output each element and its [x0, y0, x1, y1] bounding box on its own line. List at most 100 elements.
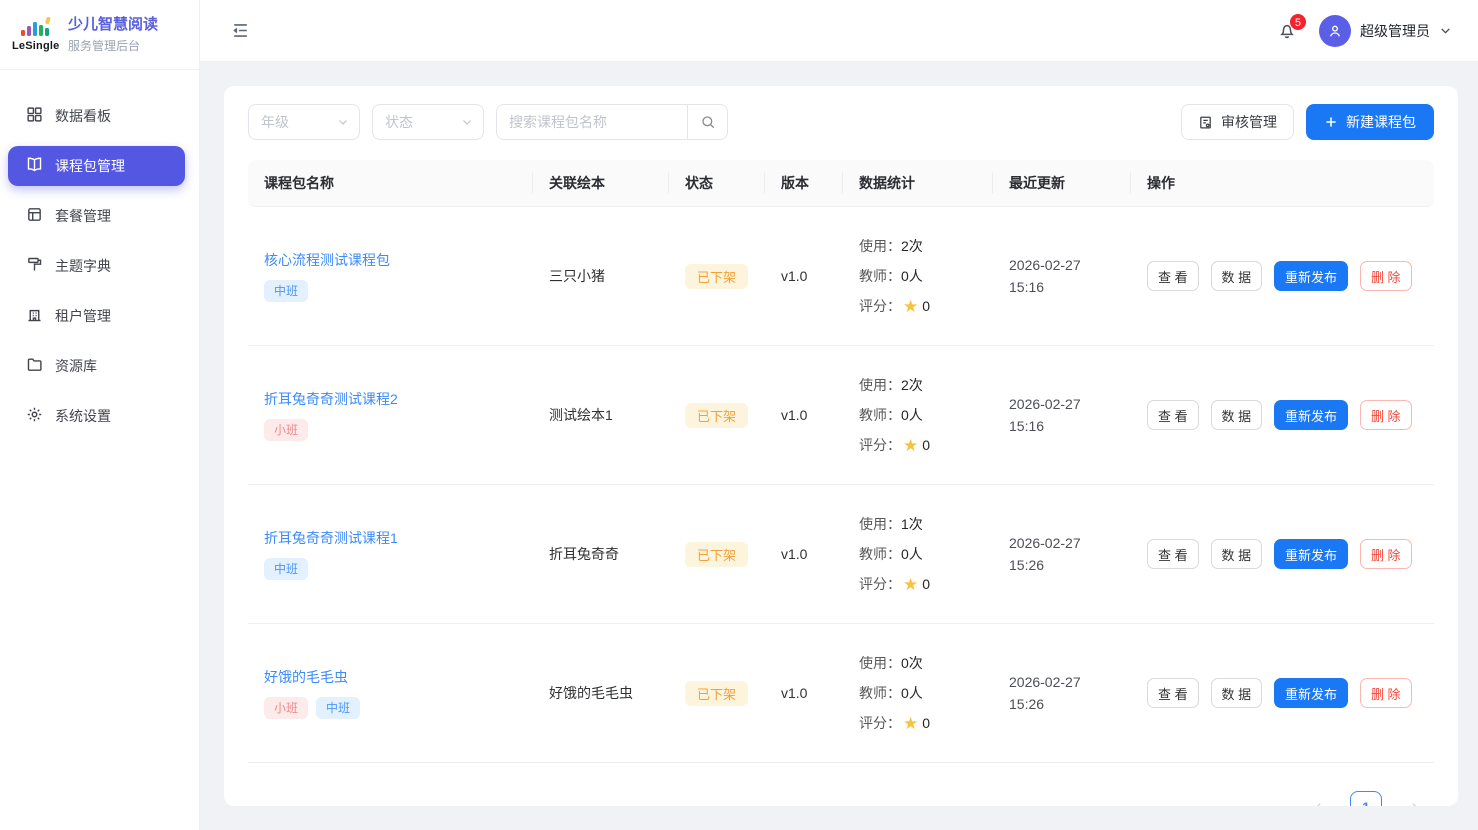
teacher-value: 0人	[901, 261, 923, 291]
notification-bell[interactable]: 5	[1273, 17, 1301, 45]
pagination: 1	[248, 791, 1434, 806]
delete-button[interactable]: 删 除	[1360, 400, 1412, 430]
package-name-link[interactable]: 核心流程测试课程包	[264, 250, 390, 270]
status-badge: 已下架	[685, 264, 748, 289]
column-header-actions: 操作	[1131, 160, 1434, 207]
logo-bars-icon	[17, 17, 53, 39]
status-filter-select[interactable]: 状态	[372, 104, 484, 140]
delete-button[interactable]: 删 除	[1360, 261, 1412, 291]
view-button[interactable]: 查 看	[1147, 400, 1199, 430]
course-package-card: 年级 状态	[224, 86, 1458, 806]
audit-management-button[interactable]: 审核管理	[1181, 104, 1294, 140]
table-row: 折耳兔奇奇测试课程2 小班 测试绘本1 已下架 v1.0 使用：2次 教师：0人	[248, 346, 1434, 485]
republish-button[interactable]: 重新发布	[1274, 539, 1348, 569]
usage-label: 使用：	[859, 231, 901, 261]
brand-title: 少儿智慧阅读	[68, 15, 158, 35]
sidebar-item-theme-dictionary[interactable]: 主题字典	[8, 246, 185, 286]
package-name-link[interactable]: 好饿的毛毛虫	[264, 667, 348, 687]
version-cell: v1.0	[765, 207, 843, 346]
rating-label: 评分：	[859, 569, 901, 599]
pagination-next-icon[interactable]	[1398, 791, 1430, 806]
delete-button[interactable]: 删 除	[1360, 678, 1412, 708]
grade-filter-select[interactable]: 年级	[248, 104, 360, 140]
sidebar-item-course-packages[interactable]: 课程包管理	[8, 146, 185, 186]
table-row: 核心流程测试课程包 中班 三只小猪 已下架 v1.0 使用：2次 教师：0人	[248, 207, 1434, 346]
user-menu[interactable]: 超级管理员	[1319, 15, 1452, 47]
package-name-link[interactable]: 折耳兔奇奇测试课程2	[264, 389, 398, 409]
version-cell: v1.0	[765, 346, 843, 485]
book-cell: 折耳兔奇奇	[533, 485, 669, 624]
package-name-link[interactable]: 折耳兔奇奇测试课程1	[264, 528, 398, 548]
sidebar-item-label: 主题字典	[55, 256, 111, 276]
teacher-value: 0人	[901, 678, 923, 708]
rating-value: 0	[922, 708, 930, 738]
search-group	[496, 104, 728, 140]
updated-time: 15:26	[1009, 693, 1115, 715]
user-icon	[1327, 23, 1343, 39]
sidebar-item-system-settings[interactable]: 系统设置	[8, 396, 185, 436]
version-cell: v1.0	[765, 624, 843, 763]
usage-label: 使用：	[859, 648, 901, 678]
teacher-label: 教师：	[859, 400, 901, 430]
data-button[interactable]: 数 据	[1211, 539, 1263, 569]
data-button[interactable]: 数 据	[1211, 678, 1263, 708]
updated-time: 15:16	[1009, 415, 1115, 437]
sidebar-item-label: 系统设置	[55, 406, 111, 426]
view-button[interactable]: 查 看	[1147, 678, 1199, 708]
updated-date: 2026-02-27	[1009, 671, 1115, 693]
create-package-button[interactable]: 新建课程包	[1306, 104, 1434, 140]
column-header-name: 课程包名称	[248, 160, 533, 207]
updated-time: 15:16	[1009, 276, 1115, 298]
usage-label: 使用：	[859, 509, 901, 539]
usage-value: 2次	[901, 370, 923, 400]
star-icon: ★	[903, 298, 918, 315]
republish-button[interactable]: 重新发布	[1274, 400, 1348, 430]
sidebar-item-plan-management[interactable]: 套餐管理	[8, 196, 185, 236]
filter-toolbar: 年级 状态	[248, 104, 1434, 140]
dashboard-icon	[26, 106, 43, 126]
column-header-version: 版本	[765, 160, 843, 207]
search-button[interactable]	[687, 105, 727, 139]
republish-button[interactable]: 重新发布	[1274, 678, 1348, 708]
view-button[interactable]: 查 看	[1147, 261, 1199, 291]
updated-date: 2026-02-27	[1009, 393, 1115, 415]
table-header-row: 课程包名称 关联绘本 状态 版本 数据统计 最近更新 操作	[248, 160, 1434, 207]
data-button[interactable]: 数 据	[1211, 261, 1263, 291]
teacher-value: 0人	[901, 539, 923, 569]
usage-label: 使用：	[859, 370, 901, 400]
pagination-page-1[interactable]: 1	[1350, 791, 1382, 806]
lesingle-logo: LeSingle	[12, 17, 58, 52]
grade-tag: 小班	[264, 697, 308, 719]
plus-icon	[1324, 115, 1338, 129]
usage-value: 0次	[901, 648, 923, 678]
sidebar-menu: 数据看板 课程包管理 套餐管理	[0, 70, 199, 446]
rating-label: 评分：	[859, 291, 901, 321]
main-content: 年级 状态	[200, 62, 1478, 830]
sidebar-item-label: 租户管理	[55, 306, 111, 326]
rating-value: 0	[922, 569, 930, 599]
star-icon: ★	[903, 437, 918, 454]
logo-text: LeSingle	[12, 40, 58, 52]
book-cell: 测试绘本1	[533, 346, 669, 485]
republish-button[interactable]: 重新发布	[1274, 261, 1348, 291]
delete-button[interactable]: 删 除	[1360, 539, 1412, 569]
brand-subtitle: 服务管理后台	[68, 38, 158, 54]
rating-value: 0	[922, 430, 930, 460]
star-icon: ★	[903, 576, 918, 593]
sidebar-item-label: 资源库	[55, 356, 97, 376]
column-header-stats: 数据统计	[843, 160, 993, 207]
username: 超级管理员	[1360, 21, 1430, 41]
sidebar-item-resource-library[interactable]: 资源库	[8, 346, 185, 386]
folder-icon	[26, 356, 43, 376]
updated-date: 2026-02-27	[1009, 532, 1115, 554]
pagination-prev-icon[interactable]	[1302, 791, 1334, 806]
sidebar-item-dashboard[interactable]: 数据看板	[8, 96, 185, 136]
book-cell: 三只小猪	[533, 207, 669, 346]
view-button[interactable]: 查 看	[1147, 539, 1199, 569]
search-input[interactable]	[497, 105, 687, 139]
list-icon	[26, 206, 43, 226]
data-button[interactable]: 数 据	[1211, 400, 1263, 430]
menu-fold-icon[interactable]	[226, 17, 254, 45]
gear-icon	[26, 406, 43, 426]
sidebar-item-tenant-management[interactable]: 租户管理	[8, 296, 185, 336]
